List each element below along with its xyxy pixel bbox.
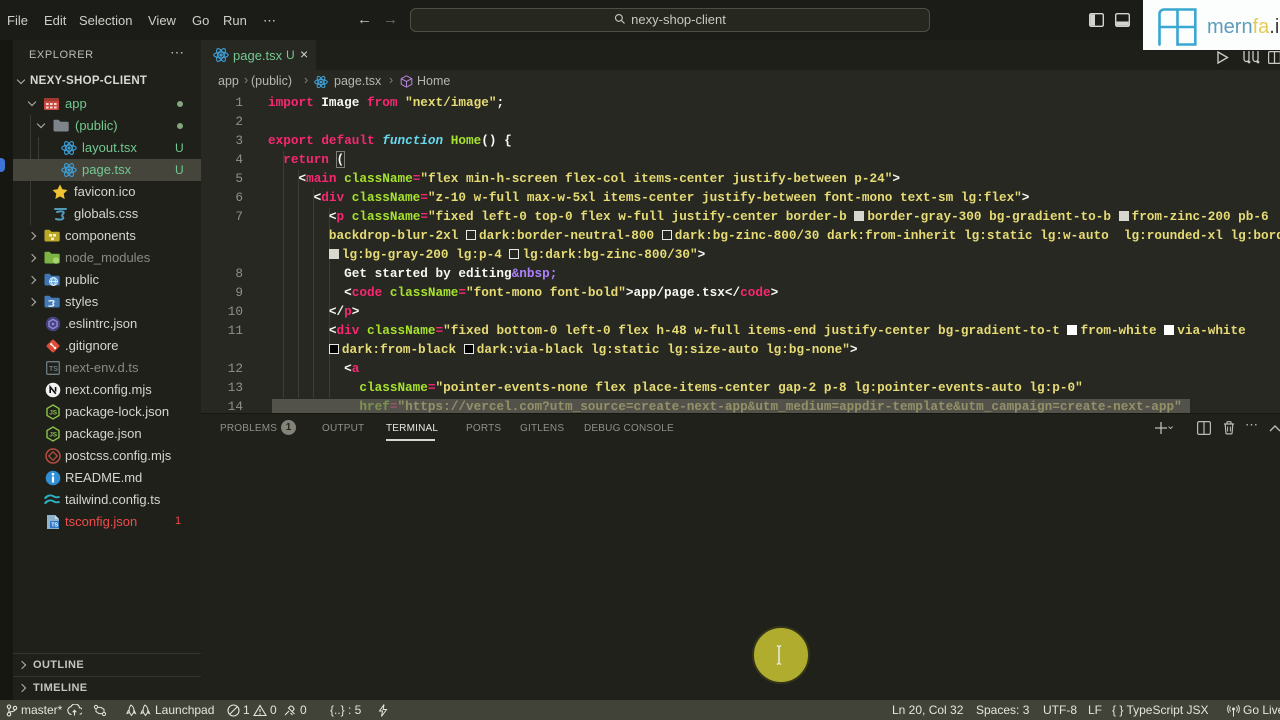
svg-text:TS: TS bbox=[49, 366, 58, 373]
svg-text:JS: JS bbox=[49, 432, 58, 439]
svg-text:TS: TS bbox=[51, 523, 58, 529]
svg-text:JS: JS bbox=[49, 410, 58, 417]
